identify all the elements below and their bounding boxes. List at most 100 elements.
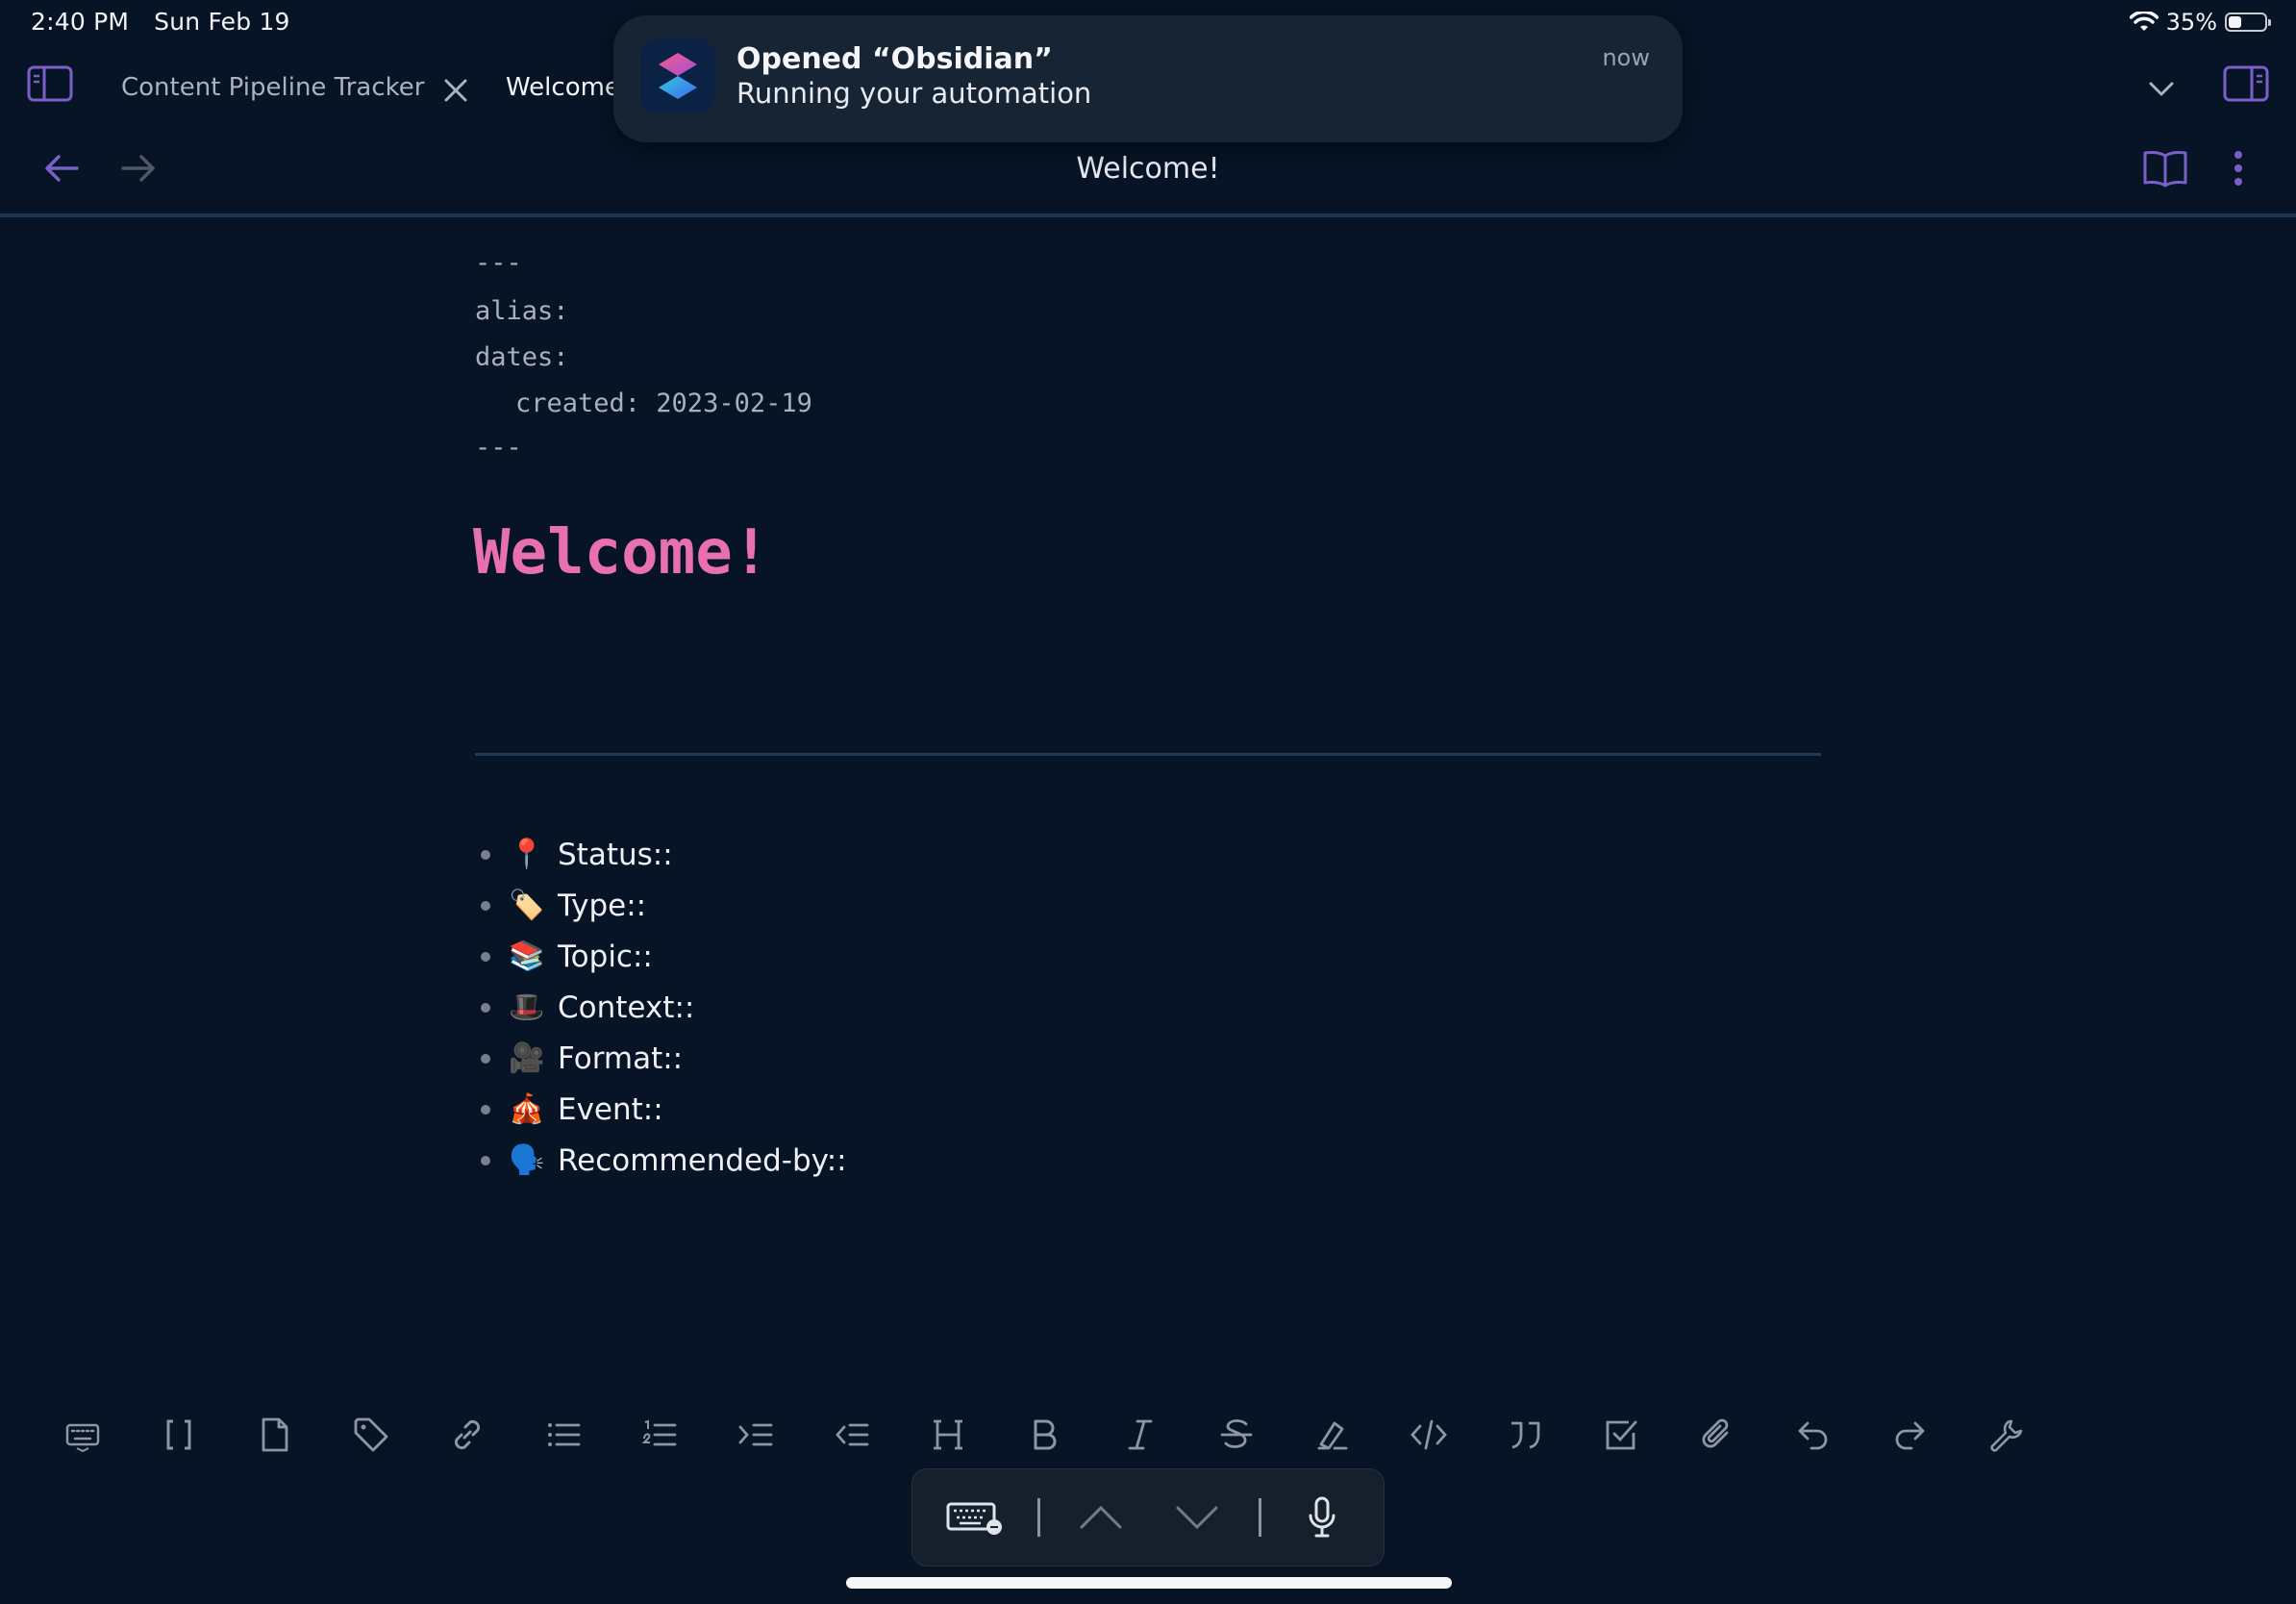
tab-welcome[interactable]: Welcome <box>506 73 620 102</box>
battery-icon <box>2225 13 2271 32</box>
close-tab-button[interactable] <box>435 71 477 110</box>
previous-field-button[interactable] <box>1074 1491 1128 1544</box>
property-item[interactable]: 🏷️ Type:: <box>481 880 847 931</box>
quote-icon <box>1511 1421 1540 1449</box>
toolbar-strikethrough-button[interactable] <box>1188 1406 1285 1464</box>
property-item[interactable]: 🎪 Event:: <box>481 1084 847 1135</box>
toolbar-wikilink-button[interactable] <box>131 1406 227 1464</box>
notification-banner[interactable]: Opened “Obsidian” Running your automatio… <box>613 15 1683 142</box>
property-label: Format:: <box>558 1040 684 1076</box>
toolbar-code-button[interactable] <box>1381 1406 1477 1464</box>
property-item[interactable]: 📚 Topic:: <box>481 931 847 982</box>
tab-content-pipeline-tracker[interactable]: Content Pipeline Tracker <box>121 73 424 102</box>
notification-title: Opened “Obsidian” <box>736 42 1053 76</box>
frontmatter-open: --- <box>475 248 522 278</box>
separator <box>1037 1498 1040 1537</box>
property-list: 📍 Status:: 🏷️ Type:: 📚 Topic:: 🎩 Context:: 🎥 Form… <box>481 829 847 1186</box>
property-item[interactable]: 🎩 Context:: <box>481 982 847 1033</box>
notification-time: now <box>1602 44 1650 71</box>
bullet-dot <box>481 1053 490 1064</box>
heading-icon <box>934 1419 962 1450</box>
frontmatter-dates: dates: <box>475 342 569 372</box>
toolbar-tag-button[interactable] <box>323 1406 419 1464</box>
wrench-icon <box>1990 1419 2023 1452</box>
toolbar-outdent-button[interactable] <box>804 1406 900 1464</box>
property-emoji-icon: 📍 <box>509 838 545 871</box>
italic-icon <box>1128 1419 1153 1450</box>
bullet-dot <box>481 1104 490 1115</box>
bullet-list-icon <box>548 1423 581 1446</box>
property-label: Event:: <box>558 1091 663 1127</box>
property-emoji-icon: 🏷️ <box>509 889 545 922</box>
toolbar-attachment-button[interactable] <box>1669 1406 1765 1464</box>
microphone-icon <box>1309 1496 1335 1538</box>
toolbar-checkbox-button[interactable] <box>1573 1406 1669 1464</box>
strikethrough-icon <box>1220 1419 1253 1448</box>
more-options-button[interactable] <box>2219 144 2258 192</box>
status-date: Sun Feb 19 <box>154 8 290 36</box>
file-icon <box>262 1417 288 1452</box>
right-sidebar-toggle-button[interactable] <box>2219 60 2273 108</box>
frontmatter-alias: alias: <box>475 296 569 326</box>
editor-toolbar <box>35 1406 2054 1464</box>
header-divider <box>0 213 2296 217</box>
property-emoji-icon: 🗣️ <box>509 1143 545 1177</box>
left-sidebar-toggle-button[interactable] <box>23 60 77 108</box>
wifi-icon <box>2129 12 2159 31</box>
checkbox-icon <box>1606 1420 1637 1450</box>
toolbar-bullet-list-button[interactable] <box>515 1406 611 1464</box>
link-icon <box>454 1419 481 1450</box>
code-icon <box>1410 1419 1447 1450</box>
status-time: 2:40 PM <box>31 8 130 36</box>
toolbar-heading-button[interactable] <box>900 1406 996 1464</box>
property-item[interactable]: 🎥 Format:: <box>481 1033 847 1084</box>
next-field-button[interactable] <box>1170 1491 1224 1544</box>
document-heading: Welcome! <box>473 517 770 589</box>
home-indicator[interactable] <box>846 1577 1452 1589</box>
property-emoji-icon: 🎪 <box>509 1092 545 1126</box>
sidebar-left-icon <box>27 65 73 102</box>
toolbar-keyboard-button[interactable] <box>35 1406 131 1464</box>
chevron-up-icon <box>1080 1505 1122 1529</box>
toolbar-indent-button[interactable] <box>708 1406 804 1464</box>
toolbar-highlight-button[interactable] <box>1285 1406 1381 1464</box>
bullet-dot <box>481 951 490 962</box>
property-item[interactable]: 📍 Status:: <box>481 829 847 880</box>
shortcuts-icon <box>640 38 715 113</box>
toolbar-redo-button[interactable] <box>1861 1406 1958 1464</box>
reading-view-button[interactable] <box>2138 144 2192 192</box>
toolbar-bold-button[interactable] <box>996 1406 1092 1464</box>
keyboard-toggle-button[interactable] <box>941 1491 1009 1544</box>
book-open-icon <box>2143 150 2187 188</box>
toolbar-numbered-list-button[interactable] <box>611 1406 708 1464</box>
property-emoji-icon: 📚 <box>509 940 545 973</box>
highlight-icon <box>1317 1421 1348 1450</box>
bullet-dot <box>481 900 490 911</box>
toolbar-quote-button[interactable] <box>1477 1406 1573 1464</box>
toolbar-link-button[interactable] <box>419 1406 515 1464</box>
close-icon <box>444 79 467 102</box>
redo-icon <box>1895 1421 1925 1450</box>
more-vertical-icon <box>2234 151 2242 186</box>
frontmatter-created: created: 2023-02-19 <box>515 388 812 418</box>
toolbar-settings-button[interactable] <box>1958 1406 2054 1464</box>
battery-fill <box>2229 16 2241 28</box>
toolbar-italic-button[interactable] <box>1092 1406 1188 1464</box>
toolbar-file-button[interactable] <box>227 1406 323 1464</box>
tag-icon <box>354 1417 388 1452</box>
status-indicators: 35% <box>2129 9 2271 36</box>
bullet-dot <box>481 1002 490 1013</box>
keyboard-accessory-bar <box>911 1468 1385 1566</box>
property-item[interactable]: 🗣️ Recommended-by:: <box>481 1135 847 1186</box>
property-label: Status:: <box>558 837 673 872</box>
outdent-icon <box>836 1423 869 1446</box>
tab-list-dropdown-button[interactable] <box>2140 69 2183 108</box>
toolbar-undo-button[interactable] <box>1765 1406 1861 1464</box>
frontmatter-close: --- <box>475 433 522 463</box>
dictation-button[interactable] <box>1295 1491 1349 1544</box>
property-emoji-icon: 🎥 <box>509 1041 545 1075</box>
bullet-dot <box>481 849 490 860</box>
view-title: Welcome! <box>1076 152 1220 186</box>
property-label: Topic:: <box>558 939 653 974</box>
keyboard-icon <box>65 1423 100 1453</box>
